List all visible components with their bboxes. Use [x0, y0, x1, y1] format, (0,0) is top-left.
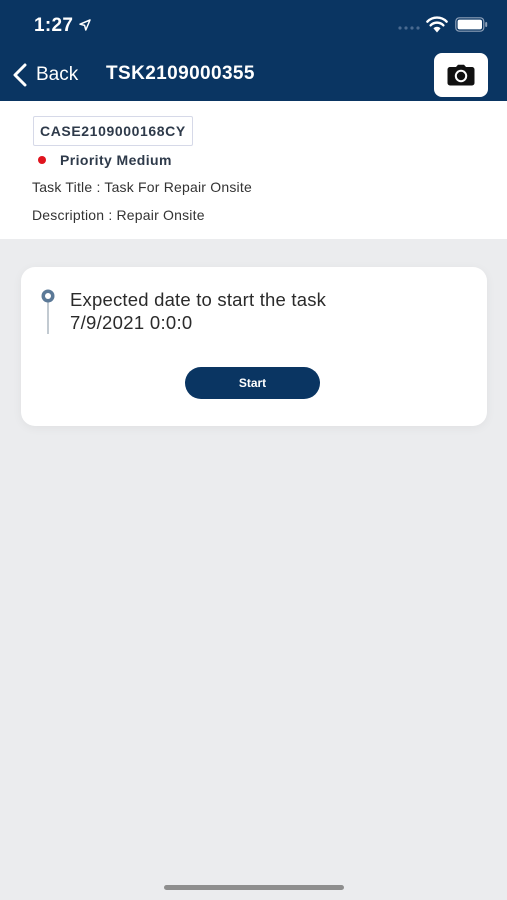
top-bar: 1:27 Back TSK2109000355: [0, 0, 507, 101]
priority-dot-icon: [38, 156, 46, 164]
case-info-panel: CASE2109000168CY Priority Medium Task Ti…: [0, 101, 507, 239]
back-label: Back: [36, 64, 79, 85]
battery-icon: [455, 17, 488, 32]
camera-icon: [447, 64, 475, 86]
description-text: Description : Repair Onsite: [32, 207, 205, 223]
home-indicator[interactable]: [164, 885, 344, 890]
priority-row: Priority Medium: [38, 151, 172, 169]
expected-date-value: 7/9/2021 0:0:0: [70, 312, 193, 333]
signal-dots-icon: [398, 26, 420, 30]
expected-date-label: Expected date to start the task: [70, 289, 327, 310]
priority-label: Priority Medium: [60, 152, 172, 168]
chevron-left-icon: [13, 63, 27, 87]
wifi-icon: [426, 16, 448, 33]
start-button[interactable]: Start: [185, 367, 320, 399]
camera-button[interactable]: [434, 53, 488, 97]
task-start-card: Expected date to start the task 7/9/2021…: [21, 267, 487, 426]
task-title-text: Task Title : Task For Repair Onsite: [32, 179, 252, 195]
case-id-chip[interactable]: CASE2109000168CY: [33, 116, 193, 146]
location-arrow-icon: [79, 19, 91, 31]
map-pin-icon: [41, 289, 55, 334]
back-button[interactable]: Back: [12, 60, 78, 90]
page-title: TSK2109000355: [106, 63, 255, 84]
status-time: 1:27: [34, 15, 74, 36]
